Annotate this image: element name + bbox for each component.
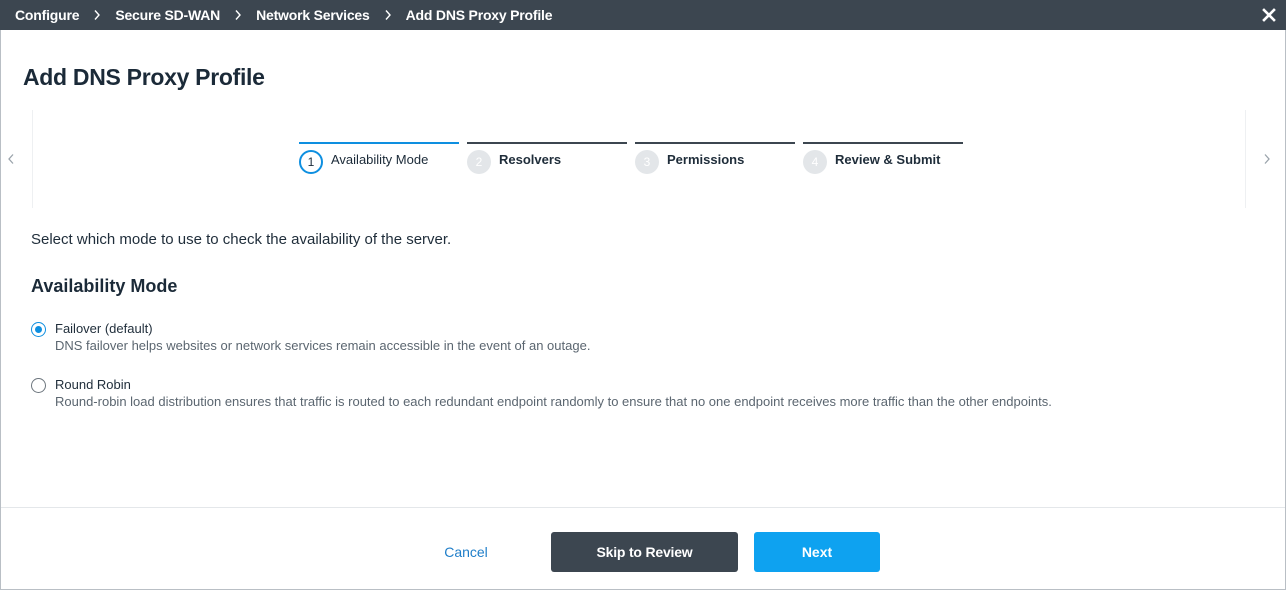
chevron-right-icon — [220, 9, 256, 21]
breadcrumb-configure[interactable]: Configure — [15, 7, 80, 23]
step-label: Permissions — [667, 152, 745, 167]
step-label: Review & Submit — [835, 152, 941, 167]
option-text: Failover (default) DNS failover helps we… — [55, 321, 590, 355]
top-bar: Configure Secure SD-WAN Network Services… — [0, 0, 1286, 30]
step-label: Availability Mode — [331, 152, 429, 167]
chevron-right-icon — [79, 9, 115, 21]
option-round-robin[interactable]: Round Robin Round-robin load distributio… — [31, 377, 1052, 411]
cancel-button[interactable]: Cancel — [426, 532, 506, 572]
step-review-submit[interactable]: 4 Review & Submit — [803, 142, 963, 174]
section-title: Availability Mode — [31, 276, 178, 296]
step-number: 4 — [803, 150, 827, 174]
failover-radio[interactable] — [31, 322, 46, 337]
radio-selected-dot — [35, 326, 42, 333]
wizard-stepper: 1 Availability Mode 2 Resolvers 3 Permis… — [299, 142, 971, 174]
breadcrumb-network-services[interactable]: Network Services — [256, 7, 370, 23]
chevron-right-icon — [370, 9, 406, 21]
breadcrumb: Configure Secure SD-WAN Network Services… — [0, 7, 553, 23]
close-icon[interactable] — [1260, 6, 1278, 24]
breadcrumb-current: Add DNS Proxy Profile — [405, 7, 553, 23]
chevron-right-icon[interactable] — [1261, 150, 1273, 168]
step-resolvers[interactable]: 2 Resolvers — [467, 142, 627, 174]
breadcrumb-secure-sd-wan[interactable]: Secure SD-WAN — [115, 7, 220, 23]
instruction-text: Select which mode to use to check the av… — [31, 231, 452, 248]
step-permissions[interactable]: 3 Permissions — [635, 142, 795, 174]
skip-to-review-button[interactable]: Skip to Review — [551, 532, 738, 572]
step-availability-mode[interactable]: 1 Availability Mode — [299, 142, 459, 174]
option-label: Failover (default) — [55, 321, 153, 336]
option-text: Round Robin Round-robin load distributio… — [55, 377, 1052, 411]
chevron-left-icon[interactable] — [5, 150, 17, 168]
footer-divider — [1, 507, 1285, 508]
step-label: Resolvers — [499, 152, 562, 167]
round-robin-radio[interactable] — [31, 378, 46, 393]
step-number: 2 — [467, 150, 491, 174]
step-number: 1 — [299, 150, 323, 174]
option-failover[interactable]: Failover (default) DNS failover helps we… — [31, 321, 590, 355]
step-number: 3 — [635, 150, 659, 174]
option-description: DNS failover helps websites or network s… — [55, 338, 591, 353]
page-title: Add DNS Proxy Profile — [23, 64, 265, 90]
option-description: Round-robin load distribution ensures th… — [55, 394, 1052, 409]
option-label: Round Robin — [55, 377, 131, 392]
next-button[interactable]: Next — [754, 532, 880, 572]
